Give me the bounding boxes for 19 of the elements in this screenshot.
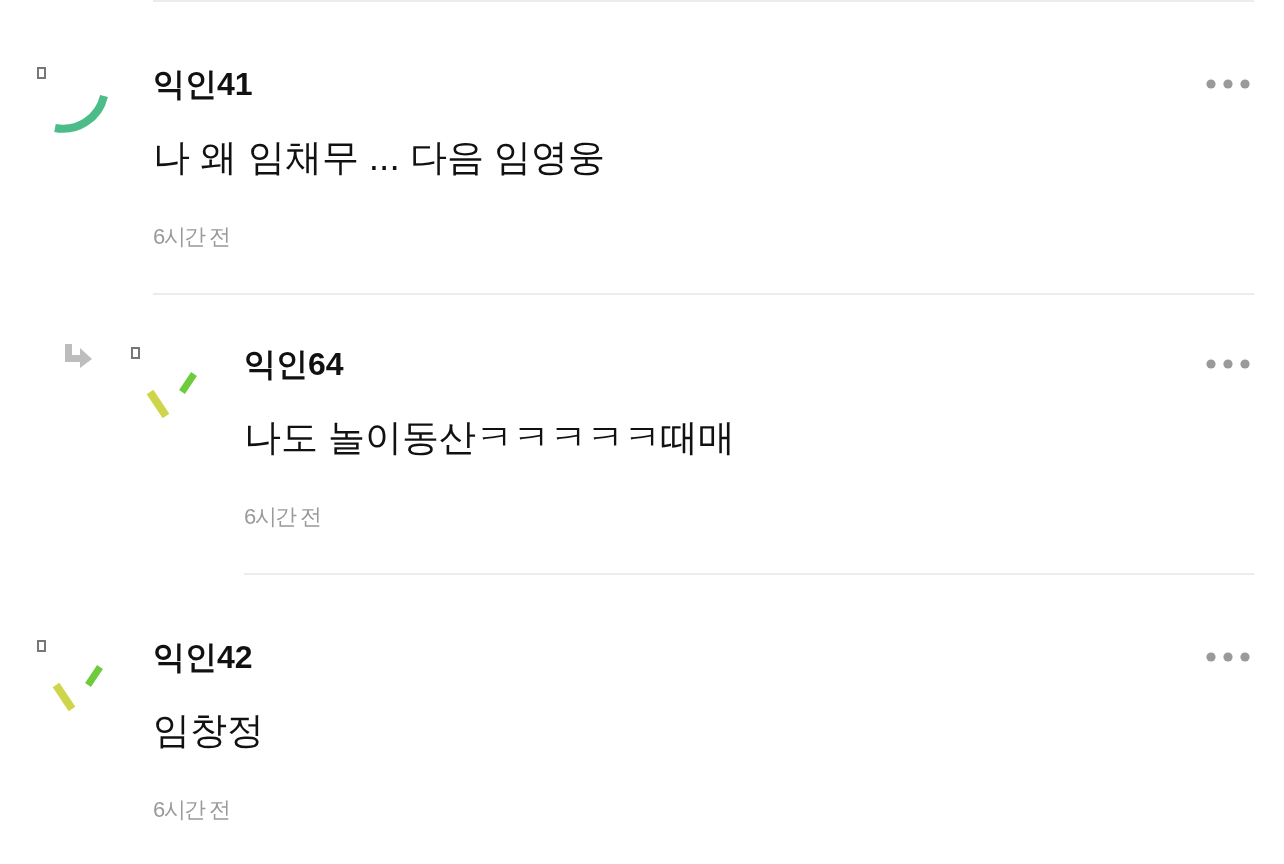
author-name: 익인42 <box>153 638 253 677</box>
more-icon <box>1206 359 1250 369</box>
more-icon <box>1206 652 1250 662</box>
author-name: 익인41 <box>153 65 253 104</box>
comment-time: 6시간 전 <box>244 503 322 531</box>
comment-time: 6시간 전 <box>153 223 231 251</box>
comment-text: 나 왜 임채무 ... 다음 임영웅 <box>153 136 607 180</box>
more-icon <box>1206 79 1250 89</box>
image-frame-icon <box>131 347 140 359</box>
avatar-dashes-icon <box>146 370 199 420</box>
avatar-arc-icon <box>52 94 109 134</box>
comment-time: 6시간 전 <box>153 796 231 824</box>
comment-text: 임창정 <box>153 709 265 753</box>
author-name: 익인64 <box>244 345 344 384</box>
image-frame-icon <box>37 67 46 79</box>
reply-arrow-icon <box>65 344 92 368</box>
avatar-dashes-icon <box>52 663 105 713</box>
image-frame-icon <box>37 640 46 652</box>
comment-text: 나도 놀이동산ㅋㅋㅋㅋㅋ때매 <box>244 416 737 460</box>
